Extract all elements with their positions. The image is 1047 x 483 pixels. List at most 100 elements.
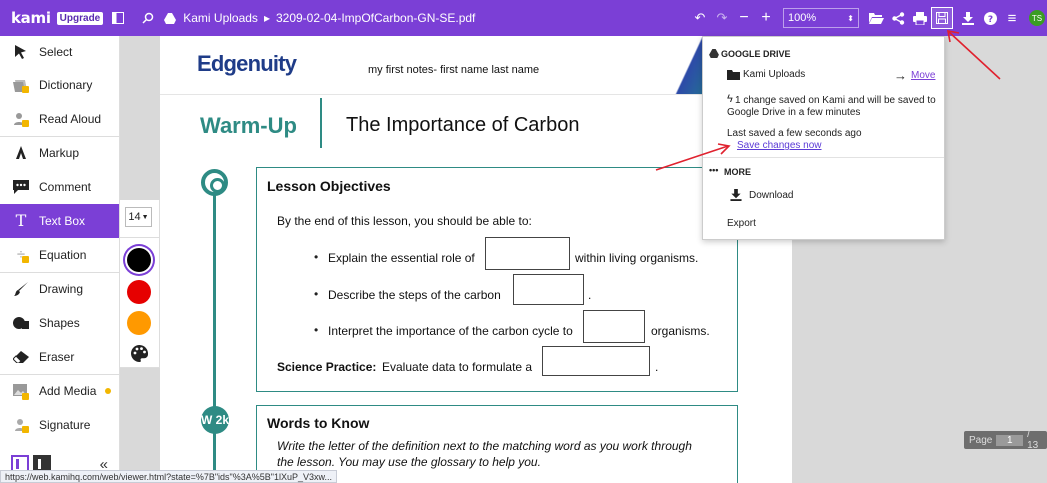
undo-icon[interactable]: ↶ — [689, 7, 711, 29]
search-icon[interactable] — [137, 7, 159, 29]
tool-dictionary[interactable]: Dictionary — [0, 68, 119, 102]
science-practice-label: Science Practice: — [277, 360, 377, 374]
tool-markup[interactable]: Markup — [0, 136, 119, 170]
section-label: Warm-Up — [200, 113, 297, 138]
tool-label: Comment — [39, 179, 92, 194]
timeline-line — [213, 184, 216, 483]
cursor-icon — [12, 43, 30, 61]
tool-label: Signature — [39, 417, 91, 432]
sidebar-toggle-icon[interactable] — [107, 7, 129, 29]
title-divider — [320, 98, 322, 148]
objective-text: Interpret the importance of the carbon c… — [328, 324, 573, 338]
download-icon — [730, 189, 742, 204]
save-changes-now-link[interactable]: Save changes now — [737, 140, 822, 151]
save-dropdown: GOOGLE DRIVE Kami Uploads → Move ϟ 1 cha… — [702, 36, 945, 240]
redo-icon[interactable]: ↷ — [711, 7, 733, 29]
file-name[interactable]: 3209-02-04-ImpOfCarbon-GN-SE.pdf — [276, 11, 475, 25]
lock-icon — [22, 86, 29, 93]
download-menu-item[interactable]: Download — [749, 190, 793, 201]
google-drive-icon — [163, 7, 177, 29]
lock-icon — [22, 256, 29, 263]
objectives-intro: By the end of this lesson, you should be… — [277, 214, 532, 228]
move-link[interactable]: Move — [911, 70, 935, 81]
tool-select[interactable]: Select — [0, 36, 119, 68]
target-icon — [201, 169, 228, 196]
palette-icon[interactable] — [131, 345, 149, 365]
export-menu-item[interactable]: Export — [727, 218, 756, 229]
document-page: Edgenuity my first notes- first name las… — [160, 36, 792, 483]
answer-blank[interactable] — [485, 237, 570, 270]
section-heading: Lesson Objectives — [267, 178, 391, 194]
divider — [120, 237, 160, 238]
objective-text: Explain the essential role of — [328, 251, 475, 265]
new-badge-dot — [105, 388, 112, 394]
dropdown-section-heading: GOOGLE DRIVE — [721, 49, 791, 59]
markup-icon — [12, 144, 30, 162]
objective-text: Describe the steps of the carbon — [328, 288, 501, 302]
answer-blank[interactable] — [513, 274, 584, 305]
save-status-text: 1 change saved on Kami and will be saved… — [735, 95, 936, 106]
arrow-right-icon[interactable]: → — [894, 68, 907, 83]
color-swatch-black[interactable] — [127, 248, 151, 272]
avatar[interactable]: TS — [1029, 10, 1045, 26]
tool-sidebar: Select Dictionary Read Aloud Markup Comm… — [0, 36, 120, 483]
tool-drawing[interactable]: Drawing — [0, 272, 119, 306]
tool-eraser[interactable]: Eraser — [0, 340, 119, 374]
objective-text: within living organisms. — [575, 251, 699, 265]
tool-label: Shapes — [39, 315, 80, 330]
bullet: • — [314, 323, 319, 337]
header-note[interactable]: my first notes- first name last name — [368, 64, 539, 76]
folder-open-icon[interactable] — [865, 7, 887, 29]
zoom-out-icon[interactable]: − — [733, 7, 755, 29]
share-icon[interactable] — [887, 7, 909, 29]
page-navigator: Page 1 / 13 — [964, 429, 1047, 451]
svg-text:?: ? — [987, 15, 992, 25]
zoom-select[interactable]: 100% ⬍ — [783, 8, 859, 28]
more-dots-icon: ••• — [709, 165, 719, 175]
upgrade-button[interactable]: Upgrade — [56, 11, 104, 25]
edgenuity-logo: Edgenuity — [197, 51, 297, 76]
save-icon[interactable] — [931, 7, 953, 29]
drive-folder-name: Kami Uploads — [743, 69, 806, 80]
help-icon[interactable]: ? — [979, 7, 1001, 29]
menu-icon[interactable]: ≡ — [1001, 7, 1023, 29]
kami-logo: kami — [11, 9, 51, 27]
answer-blank[interactable] — [583, 310, 645, 343]
answer-blank[interactable] — [542, 346, 650, 376]
breadcrumb-separator: ▸ — [263, 11, 270, 25]
folder-icon — [727, 70, 740, 83]
tool-text-box[interactable]: T Text Box — [0, 204, 119, 238]
tool-signature[interactable]: Signature — [0, 408, 119, 442]
dropdown-caret-icon: ▼ — [141, 213, 149, 221]
instructions-line: the lesson. You may use the glossary to … — [277, 455, 541, 469]
drawing-icon — [12, 280, 30, 298]
color-swatch-orange[interactable] — [127, 311, 151, 335]
tool-add-media[interactable]: Add Media — [0, 374, 119, 408]
select-arrows-icon: ⬍ — [847, 13, 854, 23]
print-icon[interactable] — [909, 7, 931, 29]
bullet: • — [314, 250, 319, 264]
tool-label: Eraser — [39, 349, 75, 364]
tool-comment[interactable]: Comment — [0, 170, 119, 204]
color-swatch-red[interactable] — [127, 280, 151, 304]
text-options-bar: 14 ▼ — [120, 200, 160, 368]
tool-shapes[interactable]: Shapes — [0, 306, 119, 340]
comment-icon — [12, 178, 30, 196]
tool-label: Add Media — [39, 384, 97, 398]
tool-label: Text Box — [39, 213, 86, 228]
dropdown-section-heading: MORE — [724, 167, 751, 177]
breadcrumb-folder[interactable]: Kami Uploads — [183, 11, 258, 25]
tool-read-aloud[interactable]: Read Aloud — [0, 102, 119, 136]
page-number-input[interactable]: 1 — [996, 434, 1024, 446]
download-icon[interactable] — [957, 7, 979, 29]
top-toolbar: kami Upgrade Kami Uploads ▸ 3209-02-04-I… — [0, 0, 1047, 36]
zoom-in-icon[interactable]: + — [755, 7, 777, 29]
font-size-select[interactable]: 14 ▼ — [125, 207, 152, 227]
font-size-value: 14 — [128, 211, 141, 223]
tool-equation[interactable]: ÷ Equation — [0, 238, 119, 272]
status-bar-url: https://web.kamihq.com/web/viewer.html?s… — [0, 470, 337, 483]
page-title: The Importance of Carbon — [346, 114, 580, 136]
lock-icon — [22, 393, 29, 400]
science-practice-text: . — [655, 360, 659, 374]
bullet: • — [314, 287, 319, 301]
